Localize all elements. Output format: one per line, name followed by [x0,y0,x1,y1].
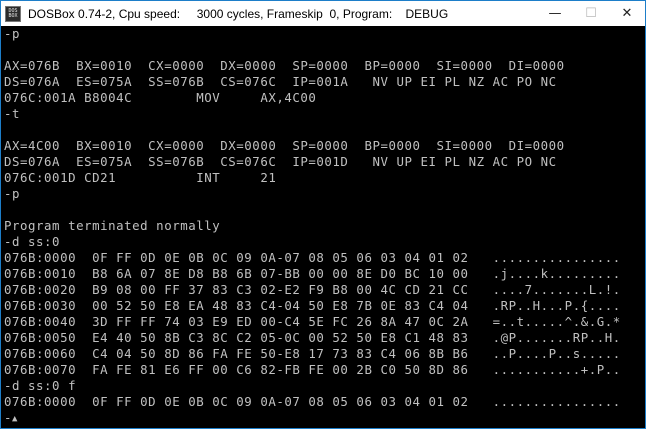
console-line: 076B:0050 E4 40 50 8B C3 8C C2 05-0C 00 … [4,330,621,345]
console-line: 076C:001D CD21 INT 21 [4,170,277,185]
text-cursor-icon: ▲ [12,414,18,424]
minimize-button[interactable]: — [537,1,573,26]
close-button[interactable]: ✕ [609,1,645,26]
maximize-button[interactable]: ☐ [573,1,609,26]
console-input-line[interactable]: -▲ [4,410,643,426]
console-line: -p [4,186,21,201]
dosbox-app-icon[interactable]: DOS BOX [5,5,21,22]
console-line: -d ss:0 [4,234,61,249]
console-line: AX=4C00 BX=0010 CX=0000 DX=0000 SP=0000 … [4,138,565,153]
command-prompt: - [4,410,13,425]
console-line: Program terminated normally [4,218,221,233]
maximize-icon: ☐ [585,6,597,21]
console-line: -d ss:0 f [4,378,77,393]
console-line: DS=076A ES=075A SS=076B CS=076C IP=001A … [4,74,557,89]
console-line: 076B:0030 00 52 50 E8 EA 48 83 C4-04 50 … [4,298,621,313]
title-bar[interactable]: DOS BOX DOSBox 0.74-2, Cpu speed: 3000 c… [1,1,645,26]
window-controls: — ☐ ✕ [537,1,645,26]
console-line: AX=076B BX=0010 CX=0000 DX=0000 SP=0000 … [4,58,565,73]
console-line: 076B:0070 FA FE 81 E6 FF 00 C6 82-FB FE … [4,362,621,377]
dosbox-window: DOS BOX DOSBox 0.74-2, Cpu speed: 3000 c… [0,0,646,429]
console-line: 076B:0040 3D FF FF 74 03 E9 ED 00-C4 5E … [4,314,621,329]
window-title: DOSBox 0.74-2, Cpu speed: 3000 cycles, F… [28,6,449,21]
console-line: -p [4,26,21,41]
console-line: DS=076A ES=075A SS=076B CS=076C IP=001D … [4,154,557,169]
console-line: -t [4,106,21,121]
console-line: 076B:0000 0F FF 0D 0E 0B 0C 09 0A-07 08 … [4,250,621,265]
console-line: 076B:0060 C4 04 50 8D 86 FA FE 50-E8 17 … [4,346,621,361]
console-line: 076C:001A B8004C MOV AX,4C00 [4,90,317,105]
icon-label-bottom: BOX [8,12,18,19]
console-line: 076B:0000 0F FF 0D 0E 0B 0C 09 0A-07 08 … [4,394,621,409]
console-line: 076B:0010 B8 6A 07 8E D8 B8 6B 07-BB 00 … [4,266,621,281]
minimize-icon: — [548,6,562,21]
dos-console[interactable]: -p AX=076B BX=0010 CX=0000 DX=0000 SP=000… [4,26,643,426]
console-line: 076B:0020 B9 08 00 FF 37 83 C3 02-E2 F9 … [4,282,621,297]
close-icon: ✕ [621,6,633,21]
